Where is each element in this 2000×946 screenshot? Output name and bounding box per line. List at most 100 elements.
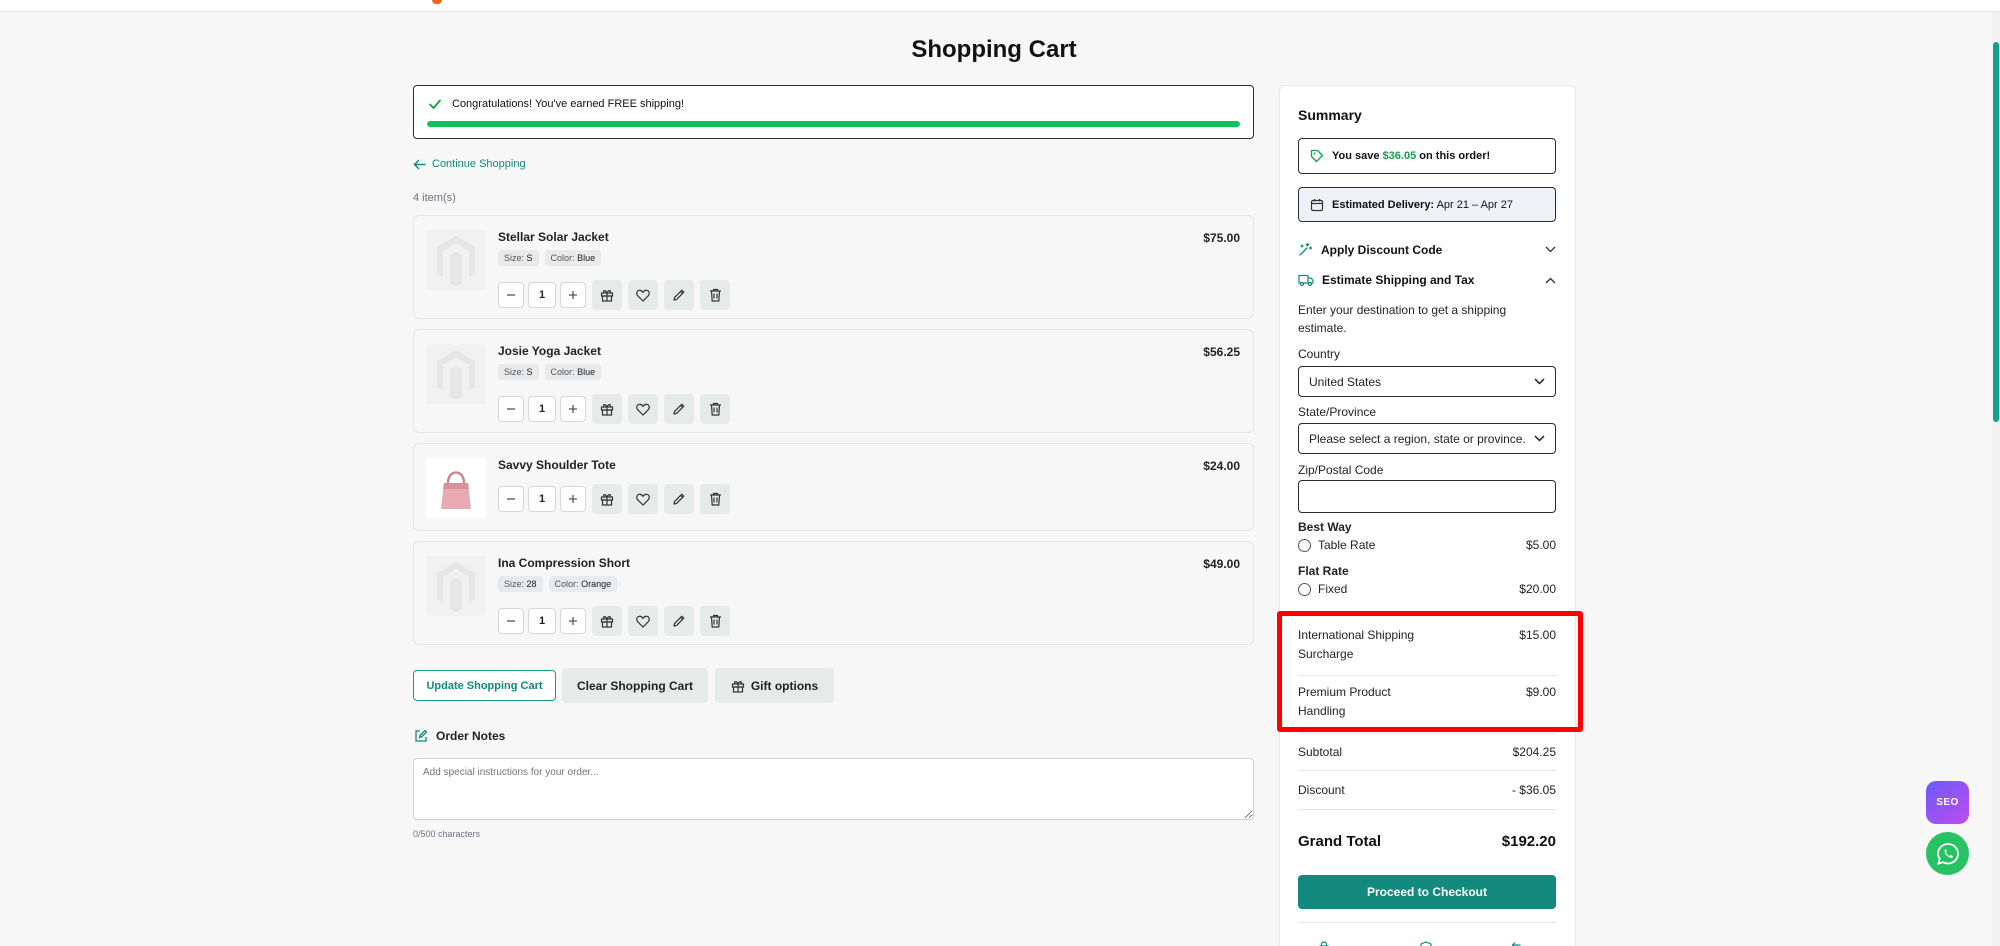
- zip-input[interactable]: [1298, 480, 1556, 513]
- item-controls: 1: [498, 606, 730, 636]
- whatsapp-chat-button[interactable]: [1926, 832, 1969, 875]
- gift-button[interactable]: [592, 606, 622, 636]
- chevron-down-icon: [1534, 435, 1545, 442]
- free-shipping-progress: [427, 121, 1240, 127]
- seo-widget-button[interactable]: SEO: [1926, 781, 1969, 824]
- wishlist-button[interactable]: [628, 394, 658, 424]
- magento-placeholder-icon: [437, 350, 475, 400]
- pencil-icon: [673, 493, 685, 505]
- item-controls: 1: [498, 394, 730, 424]
- minus-icon: [507, 408, 515, 410]
- wishlist-button[interactable]: [628, 280, 658, 310]
- order-summary-panel: Summary You save $36.05 on this order! E…: [1279, 85, 1576, 946]
- cart-item: Stellar Solar Jacket $75.00 Size: S Colo…: [413, 215, 1254, 319]
- fixed-rate-radio[interactable]: [1298, 582, 1311, 596]
- color-badge: Color: Blue: [544, 364, 602, 380]
- whatsapp-icon: [1936, 842, 1959, 865]
- order-notes-char-counter: 0/500 characters: [413, 829, 481, 839]
- increase-quantity-button[interactable]: [560, 396, 586, 422]
- shipping-option-fixed[interactable]: Fixed $20.00: [1298, 582, 1556, 596]
- increase-quantity-button[interactable]: [560, 608, 586, 634]
- gift-icon: [731, 680, 744, 693]
- decrease-quantity-button[interactable]: [498, 282, 524, 308]
- tote-bag-image: [441, 471, 471, 509]
- product-name[interactable]: Josie Yoga Jacket: [498, 344, 601, 358]
- edit-item-button[interactable]: [664, 394, 694, 424]
- fixed-rate-label: Fixed: [1318, 582, 1348, 596]
- increase-quantity-button[interactable]: [560, 486, 586, 512]
- quantity-stepper: 1: [498, 608, 586, 634]
- order-notes-title: Order Notes: [436, 729, 506, 743]
- top-header: [0, 0, 2000, 12]
- logo[interactable]: [432, 0, 442, 4]
- plus-icon: [569, 291, 577, 299]
- edit-item-button[interactable]: [664, 484, 694, 514]
- heart-icon: [636, 493, 650, 506]
- product-price: $49.00: [1203, 557, 1240, 571]
- remove-item-button[interactable]: [700, 394, 730, 424]
- remove-item-button[interactable]: [700, 280, 730, 310]
- country-select[interactable]: United States: [1298, 366, 1556, 397]
- clear-cart-button[interactable]: Clear Shopping Cart: [562, 668, 708, 703]
- product-thumbnail-placeholder[interactable]: [426, 556, 486, 616]
- divider: [1298, 733, 1556, 734]
- check-icon: [429, 99, 441, 109]
- product-name[interactable]: Stellar Solar Jacket: [498, 230, 609, 244]
- product-name[interactable]: Ina Compression Short: [498, 556, 630, 570]
- pencil-icon: [673, 615, 685, 627]
- quantity-stepper: 1: [498, 396, 586, 422]
- scrollbar-thumb[interactable]: [1993, 42, 1999, 422]
- arrow-left-icon: [413, 159, 426, 169]
- product-thumbnail[interactable]: [426, 458, 486, 518]
- gift-button[interactable]: [592, 484, 622, 514]
- shipping-option-table-rate[interactable]: Table Rate $5.00: [1298, 538, 1556, 552]
- item-controls: 1: [498, 484, 730, 514]
- wishlist-button[interactable]: [628, 484, 658, 514]
- tag-icon: [1310, 149, 1324, 163]
- free-shipping-progress-fill: [427, 121, 1240, 127]
- estimate-shipping-toggle[interactable]: Estimate Shipping and Tax: [1298, 273, 1556, 287]
- chevron-down-icon: [1534, 378, 1545, 385]
- quantity-input[interactable]: 1: [528, 396, 556, 422]
- wishlist-button[interactable]: [628, 606, 658, 636]
- edit-item-button[interactable]: [664, 606, 694, 636]
- gift-options-button[interactable]: Gift options: [715, 668, 834, 703]
- color-badge: Color: Orange: [548, 576, 618, 592]
- state-select[interactable]: Please select a region, state or provinc…: [1298, 423, 1556, 454]
- product-thumbnail-placeholder[interactable]: [426, 230, 486, 290]
- remove-item-button[interactable]: [700, 606, 730, 636]
- grand-total-value: $192.20: [1501, 833, 1556, 850]
- continue-shopping-link[interactable]: Continue Shopping: [413, 158, 526, 170]
- quantity-input[interactable]: 1: [528, 608, 556, 634]
- subtotal-row: Subtotal $204.25: [1298, 745, 1556, 759]
- proceed-to-checkout-button[interactable]: Proceed to Checkout: [1298, 875, 1556, 909]
- estimated-delivery-banner: Estimated Delivery: Apr 21 – Apr 27: [1298, 187, 1556, 222]
- size-badge: Size: S: [498, 364, 539, 380]
- lock-icon: [1319, 941, 1329, 946]
- savings-text: You save $36.05 on this order!: [1332, 150, 1491, 162]
- continue-shopping-label: Continue Shopping: [432, 158, 526, 170]
- decrease-quantity-button[interactable]: [498, 608, 524, 634]
- product-price: $24.00: [1203, 459, 1240, 473]
- quantity-input[interactable]: 1: [528, 486, 556, 512]
- decrease-quantity-button[interactable]: [498, 486, 524, 512]
- update-cart-button[interactable]: Update Shopping Cart: [413, 670, 556, 701]
- product-name[interactable]: Savvy Shoulder Tote: [498, 458, 616, 472]
- product-thumbnail-placeholder[interactable]: [426, 344, 486, 404]
- table-rate-radio[interactable]: [1298, 538, 1311, 552]
- increase-quantity-button[interactable]: [560, 282, 586, 308]
- magento-placeholder-icon: [437, 562, 475, 612]
- magento-placeholder-icon: [437, 236, 475, 286]
- trash-icon: [709, 288, 721, 302]
- decrease-quantity-button[interactable]: [498, 396, 524, 422]
- fixed-rate-price: $20.00: [1519, 582, 1556, 596]
- quantity-input[interactable]: 1: [528, 282, 556, 308]
- apply-discount-toggle[interactable]: Apply Discount Code: [1298, 242, 1556, 257]
- remove-item-button[interactable]: [700, 484, 730, 514]
- scrollbar[interactable]: [1992, 12, 2000, 946]
- gift-button[interactable]: [592, 280, 622, 310]
- edit-item-button[interactable]: [664, 280, 694, 310]
- gift-button[interactable]: [592, 394, 622, 424]
- plus-icon: [569, 495, 577, 503]
- order-notes-textarea[interactable]: [413, 758, 1254, 820]
